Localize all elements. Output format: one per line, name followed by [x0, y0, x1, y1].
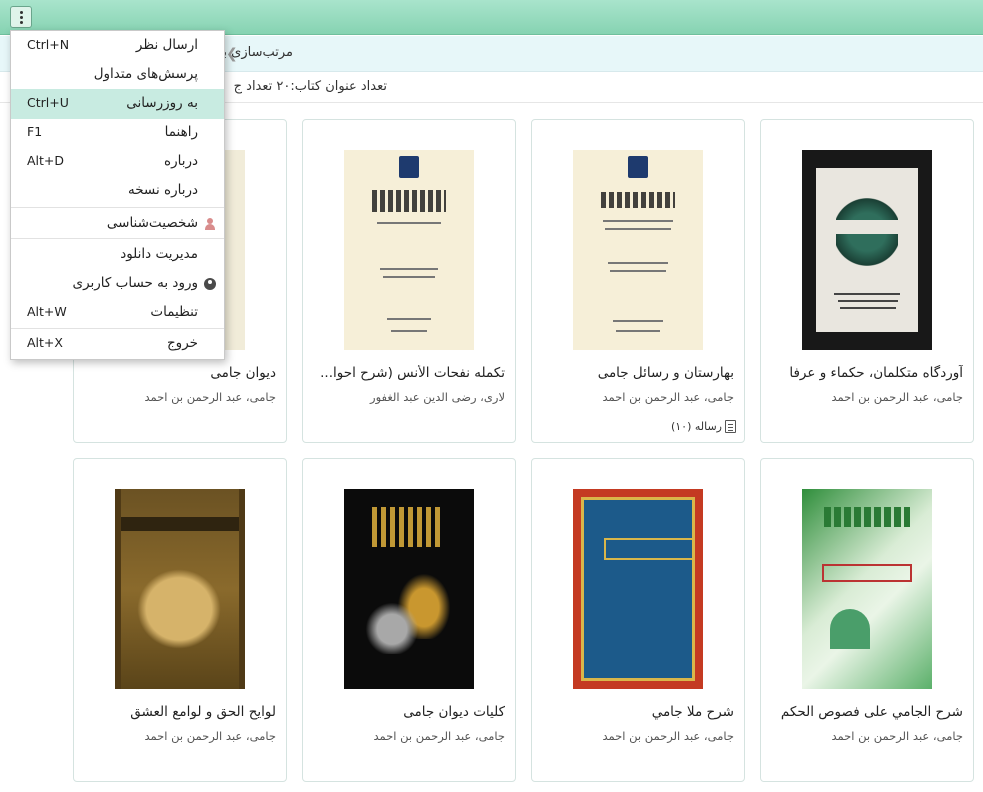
- book-title[interactable]: تکمله نفحات الأنس (شرح احوا...: [311, 365, 505, 381]
- book-card[interactable]: شرح ملا جامي جامی، عبد الرحمن بن احمد: [531, 458, 745, 782]
- menu-item-about[interactable]: درباره Alt+D: [11, 147, 224, 177]
- book-title[interactable]: کلیات دیوان جامی: [311, 704, 505, 720]
- book-cover-image: [344, 150, 474, 350]
- menu-item-label: پرسش‌های متداول: [93, 66, 198, 82]
- menu-item-shortcut: Alt+D: [27, 153, 65, 168]
- book-title[interactable]: لوایح الحق و لوامع العشق: [82, 704, 276, 720]
- menu-item-download-manager[interactable]: مدیریت دانلود: [11, 240, 224, 270]
- book-author: جامی، عبد الرحمن بن احمد: [602, 390, 734, 404]
- book-cover-image: [344, 489, 474, 689]
- menu-item-login[interactable]: ورود به حساب کاربری: [11, 269, 224, 299]
- book-card[interactable]: شرح الجامي علی فصوص الحکم جامی، عبد الرح…: [760, 458, 974, 782]
- menu-item-shortcut: F1: [27, 124, 43, 139]
- menu-item-update[interactable]: به روزرسانی Ctrl+U: [11, 89, 224, 119]
- menu-item-personalities[interactable]: شخصیت‌شناسی: [11, 209, 224, 239]
- book-card[interactable]: بهارستان و رسائل جامی جامی، عبد الرحمن ب…: [531, 119, 745, 443]
- menu-item-faq[interactable]: پرسش‌های متداول: [11, 60, 224, 90]
- book-title[interactable]: بهارستان و رسائل جامی: [540, 365, 734, 381]
- book-cover-image: [115, 489, 245, 689]
- book-cover-image: [802, 150, 932, 350]
- menu-divider: [11, 207, 224, 208]
- menu-item-shortcut: Ctrl+U: [27, 95, 69, 110]
- book-title[interactable]: شرح ملا جامي: [540, 704, 734, 720]
- document-icon: [725, 420, 736, 433]
- menu-item-label: مدیریت دانلود: [120, 246, 198, 262]
- menu-item-label: ورود به حساب کاربری: [72, 275, 198, 291]
- book-count-text: تعداد عنوان کتاب:۲۰ تعداد ج: [233, 79, 387, 94]
- book-cover-image: [573, 150, 703, 350]
- treatise-count: رساله (۱۰): [670, 420, 722, 433]
- book-title[interactable]: شرح الجامي علی فصوص الحکم: [769, 704, 963, 720]
- book-cover-image: [802, 489, 932, 689]
- menu-item-send-feedback[interactable]: ارسال نظر Ctrl+N: [11, 31, 224, 61]
- menu-item-label: شخصیت‌شناسی: [106, 215, 198, 231]
- menu-item-label: درباره: [164, 153, 198, 169]
- menu-item-about-version[interactable]: درباره نسخه: [11, 176, 224, 206]
- menu-item-label: تنظیمات: [150, 304, 198, 320]
- menu-item-settings[interactable]: تنظیمات Alt+W: [11, 298, 224, 328]
- kebab-menu-button[interactable]: [10, 6, 32, 28]
- book-author: جامی، عبد الرحمن بن احمد: [602, 729, 734, 743]
- menu-item-label: درباره نسخه: [127, 182, 198, 198]
- menu-item-label: به روزرسانی: [126, 95, 198, 111]
- book-title[interactable]: دیوان جامی: [82, 365, 276, 381]
- menu-item-shortcut: Alt+X: [27, 335, 63, 350]
- book-author: جامی، عبد الرحمن بن احمد: [831, 729, 963, 743]
- treatise-badge[interactable]: رساله (۱۰): [671, 420, 736, 433]
- menu-item-shortcut: Ctrl+N: [27, 37, 70, 52]
- book-author: جامی، عبد الرحمن بن احمد: [831, 390, 963, 404]
- book-cover-image: [573, 489, 703, 689]
- book-card[interactable]: تکمله نفحات الأنس (شرح احوا... لاری، رضی…: [302, 119, 516, 443]
- user-account-icon: [204, 278, 216, 290]
- book-card[interactable]: کلیات دیوان جامی جامی، عبد الرحمن بن احم…: [302, 458, 516, 782]
- menu-item-shortcut: Alt+W: [27, 304, 67, 319]
- menu-item-label: ارسال نظر: [135, 37, 198, 53]
- menu-item-exit[interactable]: خروج Alt+X: [11, 329, 224, 359]
- book-author: جامی، عبد الرحمن بن احمد: [144, 390, 276, 404]
- book-author: لاری، رضی الدین عبد الغفور: [370, 390, 505, 404]
- person-silhouette-icon: [204, 218, 216, 230]
- book-author: جامی، عبد الرحمن بن احمد: [373, 729, 505, 743]
- kebab-icon: [19, 10, 23, 24]
- main-dropdown-menu: ارسال نظر Ctrl+N پرسش‌های متداول به روزر…: [10, 30, 225, 360]
- book-author: جامی، عبد الرحمن بن احمد: [144, 729, 276, 743]
- book-title[interactable]: آوردگاه متکلمان، حکماء و عرفا: [769, 365, 963, 381]
- menu-divider: [11, 238, 224, 239]
- menu-item-help[interactable]: راهنما F1: [11, 118, 224, 148]
- menu-item-label: راهنما: [164, 124, 198, 140]
- book-card[interactable]: آوردگاه متکلمان، حکماء و عرفا جامی، عبد …: [760, 119, 974, 443]
- book-card[interactable]: لوایح الحق و لوامع العشق جامی، عبد الرحم…: [73, 458, 287, 782]
- menu-item-label: خروج: [166, 335, 198, 351]
